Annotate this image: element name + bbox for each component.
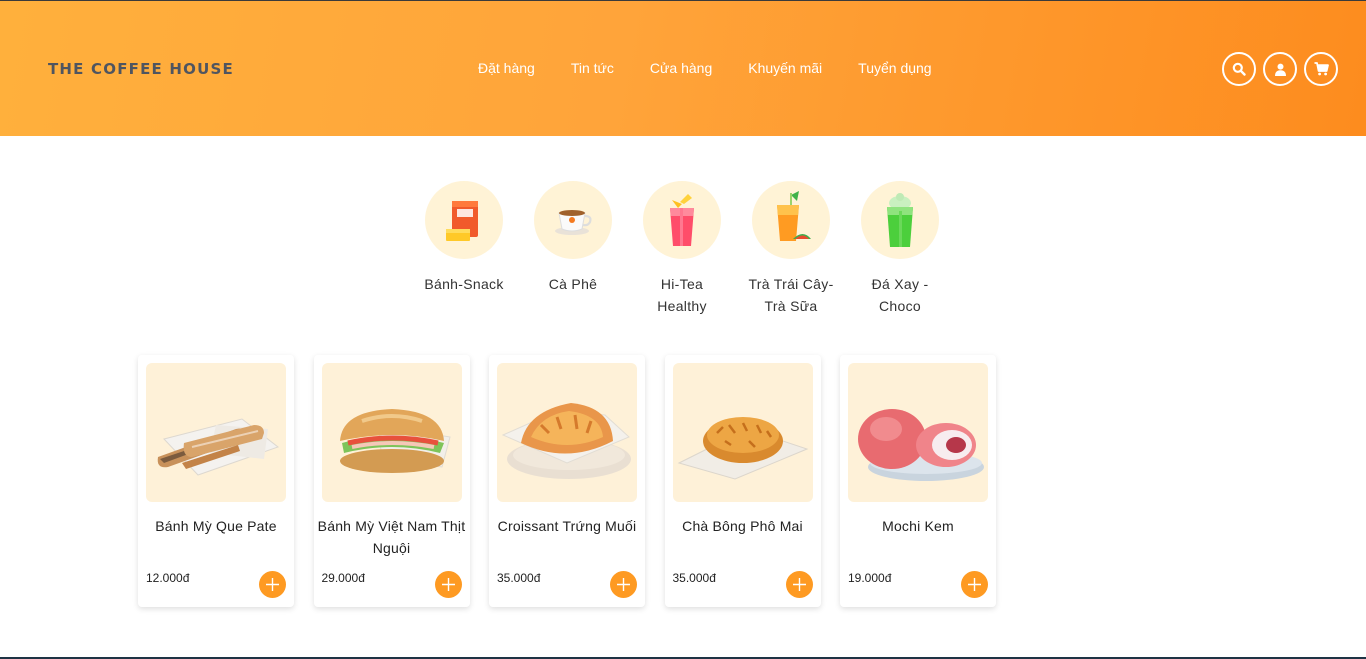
nav-link-order[interactable]: Đặt hàng (478, 58, 535, 78)
category-item-tra-trai-cay[interactable]: Trà Trái Cây-Trà Sữa (747, 181, 835, 317)
header-actions (1222, 52, 1345, 86)
category-label: Đá Xay - Choco (871, 276, 929, 314)
category-item-ca-phe[interactable]: Cà Phê (529, 181, 617, 317)
plus-icon (441, 578, 455, 591)
category-circle (861, 181, 939, 259)
category-circle (643, 181, 721, 259)
product-image-mochi (848, 363, 988, 502)
category-item-da-xay[interactable]: Đá Xay - Choco (856, 181, 944, 317)
coffee-cup-icon (555, 210, 592, 235)
plus-icon (968, 578, 981, 591)
category-label: Hi-Tea Healthy (657, 276, 707, 314)
search-button[interactable] (1222, 52, 1256, 86)
category-circle (425, 181, 503, 259)
product-price: 29.000đ (321, 571, 365, 585)
product-price: 12.000đ (146, 571, 190, 585)
product-name: Chà Bông Phô Mai (682, 518, 803, 534)
logo[interactable]: THE COFFEE HOUSE (48, 60, 234, 78)
plus-icon (792, 578, 806, 591)
category-circle (752, 181, 830, 259)
plus-icon (266, 578, 279, 591)
category-item-banh-snack[interactable]: Bánh-Snack (420, 181, 508, 317)
category-list: Bánh-Snack Cà Phê Hi-Tea Healthy Trà Trá… (420, 181, 965, 317)
add-to-cart-button[interactable] (961, 571, 988, 598)
product-image-pate-baguette (146, 363, 286, 502)
product-card[interactable]: Chà Bông Phô Mai 35.000đ (664, 355, 821, 607)
category-label: Trà Trái Cây-Trà Sữa (748, 276, 834, 314)
page: THE COFFEE HOUSE Đặt hàng Tin tức Cửa hà… (0, 0, 1366, 659)
product-price: 35.000đ (497, 571, 541, 585)
product-card[interactable]: Mochi Kem 19.000đ (840, 355, 996, 607)
product-name: Bánh Mỳ Việt Nam Thịt Nguội (317, 518, 466, 556)
product-name: Bánh Mỳ Que Pate (155, 518, 277, 534)
add-to-cart-button[interactable] (610, 571, 637, 598)
product-card[interactable]: Bánh Mỳ Que Pate 12.000đ (138, 355, 294, 607)
product-card[interactable]: Bánh Mỳ Việt Nam Thịt Nguội 29.000đ (313, 355, 470, 607)
category-item-hi-tea[interactable]: Hi-Tea Healthy (638, 181, 726, 317)
add-to-cart-button[interactable] (785, 571, 813, 598)
search-icon (1232, 62, 1246, 76)
green-smoothie-icon (887, 193, 913, 247)
product-image-croissant (497, 363, 637, 502)
product-image-banh-mi (321, 363, 462, 502)
cart-icon (1314, 62, 1329, 76)
fruit-tea-icon (777, 191, 811, 241)
account-button[interactable] (1263, 52, 1297, 86)
product-name: Mochi Kem (882, 518, 954, 534)
nav-link-stores[interactable]: Cửa hàng (650, 58, 712, 78)
category-circle (534, 181, 612, 259)
nav-link-news[interactable]: Tin tức (571, 58, 614, 78)
product-price: 19.000đ (848, 571, 892, 585)
cart-button[interactable] (1304, 52, 1338, 86)
product-list: Bánh Mỳ Que Pate 12.000đ Bánh Mỳ Việt Na… (138, 355, 1016, 607)
product-name: Croissant Trứng Muối (497, 518, 637, 534)
nav-link-promotions[interactable]: Khuyến mãi (748, 58, 822, 78)
red-tea-cup-icon (670, 194, 694, 246)
add-to-cart-button[interactable] (259, 571, 286, 598)
site-header: THE COFFEE HOUSE Đặt hàng Tin tức Cửa hà… (0, 1, 1366, 136)
snack-box-icon (446, 201, 478, 241)
category-label: Bánh-Snack (424, 276, 504, 292)
user-icon (1274, 63, 1286, 76)
category-label: Cà Phê (548, 276, 598, 292)
main-nav: Đặt hàng Tin tức Cửa hàng Khuyến mãi Tuy… (478, 58, 968, 78)
add-to-cart-button[interactable] (434, 571, 462, 598)
plus-icon (617, 578, 630, 591)
product-card[interactable]: Croissant Trứng Muối 35.000đ (489, 355, 645, 607)
product-price: 35.000đ (672, 571, 716, 585)
nav-link-careers[interactable]: Tuyển dụng (858, 58, 931, 78)
product-image-cha-bong (672, 363, 813, 502)
